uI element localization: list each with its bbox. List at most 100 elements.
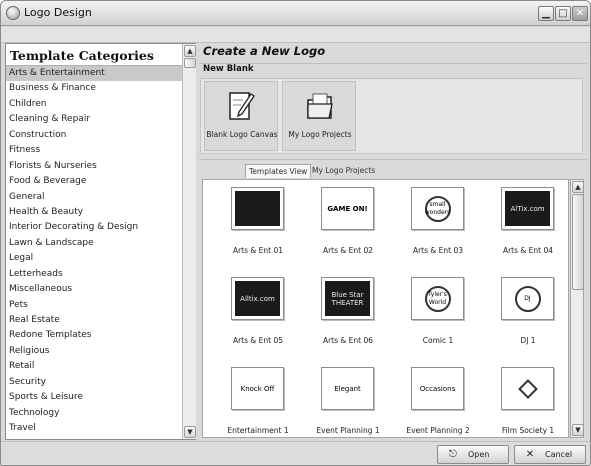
logo-design-window: Logo Design ▁ □ ✕ Template Categories Ar… — [0, 0, 591, 466]
template-thumbnail[interactable]: AlTix.com — [501, 187, 554, 230]
new-blank-area: Blank Logo Canvas My Logo Projects — [200, 78, 583, 154]
category-item[interactable]: Health & Beauty — [6, 205, 182, 220]
category-item[interactable]: Sports & Leisure — [6, 390, 182, 405]
template-item[interactable]: GAME ON! Arts & Ent 02 — [303, 184, 393, 270]
template-label: Event Planning 1 — [316, 426, 380, 435]
template-logo: GAME ON! — [327, 204, 368, 213]
category-item[interactable]: Travel — [6, 421, 182, 436]
template-thumbnail[interactable]: Blue Star THEATER — [321, 277, 374, 320]
template-thumbnail[interactable]: Knock Off — [231, 367, 284, 410]
maximize-button[interactable]: □ — [555, 6, 571, 21]
tab-templates-view[interactable]: Templates View — [245, 164, 312, 178]
template-label: Arts & Ent 05 — [232, 336, 284, 345]
template-item[interactable]: Arts & Ent 01 — [213, 184, 303, 270]
template-label: Arts & Ent 06 — [322, 336, 374, 345]
category-item[interactable]: Arts & Entertainment — [6, 66, 182, 82]
category-item[interactable]: Lawn & Landscape — [6, 236, 182, 251]
template-thumbnail[interactable]: Alltix.com — [231, 277, 284, 320]
template-item[interactable]: Knock Off Entertainment 1 — [213, 364, 303, 437]
close-button[interactable]: ✕ — [572, 6, 588, 21]
template-item[interactable]: Alltix.com Arts & Ent 05 — [213, 274, 303, 360]
scroll-up-arrow-icon[interactable]: ▲ — [572, 181, 584, 193]
minimize-button[interactable]: ▁ — [538, 6, 554, 21]
template-item[interactable]: Tyler's World Comic 1 — [393, 274, 483, 360]
scroll-down-arrow-icon[interactable]: ▼ — [184, 426, 196, 438]
category-item[interactable]: Letterheads — [6, 267, 182, 282]
category-list: Arts & Entertainment Business & Finance Ch… — [6, 66, 182, 437]
template-logo: Elegant — [334, 384, 361, 393]
template-logo: AlTix.com — [505, 191, 550, 226]
template-item[interactable]: AlTix.com Arts & Ent 04 — [483, 184, 568, 270]
category-item[interactable]: Fitness — [6, 143, 182, 158]
category-scrollbar[interactable]: ▲ ▼ — [182, 44, 196, 439]
template-logo: Alltix.com — [235, 281, 280, 316]
category-item[interactable]: Retail — [6, 359, 182, 374]
template-label: Entertainment 1 — [227, 426, 289, 435]
template-label: Arts & Ent 01 — [232, 246, 284, 255]
template-item[interactable]: Occasions Event Planning 2 — [393, 364, 483, 437]
button-bar: ⎋ Open ✕ Cancel — [1, 441, 590, 465]
logo-emblem — [517, 378, 538, 399]
category-item[interactable]: Florists & Nurseries — [6, 159, 182, 174]
template-logo: DJ — [505, 281, 550, 316]
template-item[interactable]: small wonders Arts & Ent 03 — [393, 184, 483, 270]
template-thumbnail[interactable]: DJ — [501, 277, 554, 320]
template-label: Film Society 1 — [501, 426, 555, 435]
category-item[interactable]: Security — [6, 375, 182, 390]
category-item[interactable]: Pets — [6, 298, 182, 313]
create-logo-panel: Create a New Logo New Blank Blank Logo C… — [199, 43, 587, 441]
tab-my-logo-projects[interactable]: My Logo Projects — [309, 164, 378, 178]
template-item[interactable]: Elegant Event Planning 1 — [303, 364, 393, 437]
template-item[interactable]: Blue Star THEATER Arts & Ent 06 — [303, 274, 393, 360]
logo-emblem: DJ — [514, 285, 541, 312]
category-item[interactable]: Children — [6, 97, 182, 112]
template-thumbnail[interactable] — [501, 367, 554, 410]
template-thumbnail[interactable]: Tyler's World — [411, 277, 464, 320]
category-item[interactable]: Religious — [6, 344, 182, 359]
cancel-x-icon: ✕ — [525, 449, 535, 460]
create-logo-heading: Create a New Logo — [203, 44, 326, 58]
template-label: Event Planning 2 — [406, 426, 470, 435]
title-bar: Logo Design ▁ □ ✕ — [1, 1, 590, 26]
template-thumbnail[interactable]: small wonders — [411, 187, 464, 230]
scroll-thumb[interactable] — [572, 194, 584, 290]
template-item[interactable]: Film Society 1 — [483, 364, 568, 437]
scroll-down-arrow-icon[interactable]: ▼ — [572, 424, 584, 436]
category-item[interactable]: Cleaning & Repair — [6, 112, 182, 127]
blank-logo-canvas-label: Blank Logo Canvas — [206, 130, 278, 139]
template-thumbnail[interactable]: Elegant — [321, 367, 374, 410]
scroll-up-arrow-icon[interactable]: ▲ — [184, 45, 196, 57]
open-button[interactable]: ⎋ Open — [437, 445, 509, 464]
category-item[interactable]: Real Estate — [6, 313, 182, 328]
category-item[interactable]: Redone Templates — [6, 328, 182, 343]
open-icon: ⎋ — [449, 449, 457, 460]
category-item[interactable]: Technology — [6, 406, 182, 421]
category-item[interactable]: Construction — [6, 128, 182, 143]
category-item[interactable]: Miscellaneous — [6, 282, 182, 297]
category-item[interactable]: Business & Finance — [6, 81, 182, 96]
template-logo — [505, 371, 550, 406]
templates-scrollbar[interactable]: ▲ ▼ — [570, 179, 584, 438]
menu-strip — [1, 27, 590, 43]
window-title: Logo Design — [24, 6, 92, 19]
category-item[interactable]: Food & Beverage — [6, 174, 182, 189]
template-label: Arts & Ent 02 — [322, 246, 374, 255]
category-item[interactable]: Legal — [6, 251, 182, 266]
category-item[interactable]: Interior Decorating & Design — [6, 220, 182, 235]
template-thumbnail[interactable]: GAME ON! — [321, 187, 374, 230]
template-logo — [235, 191, 280, 226]
template-item[interactable]: DJ DJ 1 — [483, 274, 568, 360]
template-thumbnail[interactable] — [231, 187, 284, 230]
logo-emblem: Tyler's World — [424, 285, 451, 312]
template-thumbnail[interactable]: Occasions — [411, 367, 464, 410]
blank-logo-canvas-tile[interactable]: Blank Logo Canvas — [204, 81, 278, 151]
cancel-button[interactable]: ✕ Cancel — [514, 445, 586, 464]
my-logo-projects-tile[interactable]: My Logo Projects — [282, 81, 356, 151]
category-item[interactable]: General — [6, 190, 182, 205]
logo-emblem: small wonders — [424, 195, 451, 222]
view-tabs: Templates View My Logo Projects — [199, 159, 587, 178]
categories-header: Template Categories — [6, 44, 182, 66]
template-label: DJ 1 — [520, 336, 536, 345]
templates-grid: Arts & Ent 01 GAME ON! Arts & Ent 02 small … — [202, 179, 569, 438]
scroll-thumb[interactable] — [184, 58, 196, 68]
